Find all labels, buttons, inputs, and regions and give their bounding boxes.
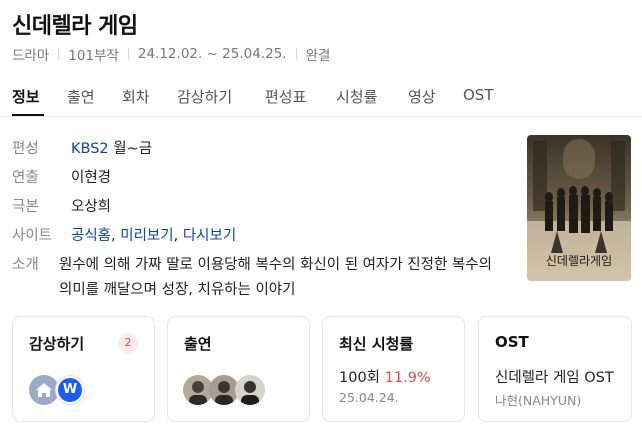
director-value: 이현경: [71, 170, 112, 186]
latest-rating: 100회 11.9%: [339, 366, 431, 387]
tab-info[interactable]: 정보: [12, 86, 40, 107]
tab-videos[interactable]: 영상: [408, 86, 436, 107]
wavve-logo: W: [58, 378, 82, 402]
meta-episodes: 101부작: [68, 48, 119, 64]
page-title: 신데렐라 게임: [12, 14, 138, 39]
writer-label: 극본: [12, 199, 39, 215]
wavve-icon[interactable]: W: [55, 375, 85, 405]
person-icon: [241, 381, 259, 405]
link-separator: ,: [111, 228, 116, 244]
meta-info: 드라마 101부작 24.12.02. ~ 25.04.25. 완결: [12, 44, 330, 64]
ost-card[interactable]: OST 신데렐라 게임 OST 나현(NAHYUN): [478, 316, 632, 422]
watch-count-badge: 2: [118, 333, 138, 353]
rating-card[interactable]: 최신 시청률 100회 11.9% 25.04.24.: [322, 316, 465, 422]
rating-card-title: 최신 시청률: [339, 335, 414, 353]
active-tab-indicator: [12, 114, 44, 116]
meta-divider: [127, 48, 129, 60]
director-label: 연출: [12, 170, 39, 186]
meta-divider: [58, 48, 60, 60]
ost-song-title: 신데렐라 게임 OST: [495, 370, 614, 386]
replay-link[interactable]: 다시보기: [183, 228, 236, 244]
poster-art: 신데렐라게임: [527, 135, 631, 281]
tab-bar: 정보 출연 회차 감상하기 편성표 시청률 영상 OST: [0, 76, 642, 117]
meta-genre: 드라마: [12, 48, 50, 64]
preview-link[interactable]: 미리보기: [120, 228, 173, 244]
rating-episode: 100회: [339, 370, 381, 386]
cast-card-title: 출연: [184, 335, 212, 353]
cast-card[interactable]: 출연: [167, 316, 310, 422]
ost-card-title: OST: [495, 333, 529, 351]
link-separator: ,: [173, 228, 179, 244]
tab-ratings[interactable]: 시청률: [336, 86, 377, 107]
site-label: 사이트: [12, 228, 53, 244]
meta-divider: [295, 48, 297, 60]
tab-watch[interactable]: 감상하기: [177, 86, 232, 107]
writer-value: 오상희: [71, 199, 112, 215]
tab-episodes[interactable]: 회차: [122, 86, 150, 107]
watch-card[interactable]: 감상하기 2 W: [12, 316, 155, 422]
broadcast-days: 월~금: [113, 141, 153, 157]
channel-link[interactable]: KBS2: [71, 141, 109, 157]
poster-image[interactable]: 신데렐라게임: [527, 135, 631, 281]
synopsis-text: 원수에 의해 가짜 딸로 이용당해 복수의 화신이 된 여자가 진정한 복수의 …: [59, 257, 492, 298]
watch-card-title: 감상하기: [29, 335, 85, 353]
meta-airdates: 24.12.02. ~ 25.04.25.: [137, 46, 287, 62]
broadcast-value: KBS2 월~금: [71, 137, 152, 158]
site-links: 공식홈, 미리보기, 다시보기: [71, 224, 236, 245]
official-home-link[interactable]: 공식홈: [71, 228, 111, 244]
ost-artist: 나현(NAHYUN): [495, 393, 582, 408]
meta-status: 완결: [305, 48, 331, 64]
tab-schedule[interactable]: 편성표: [265, 86, 306, 107]
cast-avatar[interactable]: [235, 375, 265, 405]
rating-date: 25.04.24.: [339, 390, 399, 405]
tab-ost[interactable]: OST: [463, 86, 494, 104]
broadcast-label: 편성: [12, 141, 39, 157]
poster-title-text: 신데렐라게임: [546, 254, 612, 268]
rating-value: 11.9%: [384, 370, 431, 386]
tab-cast[interactable]: 출연: [67, 86, 95, 107]
